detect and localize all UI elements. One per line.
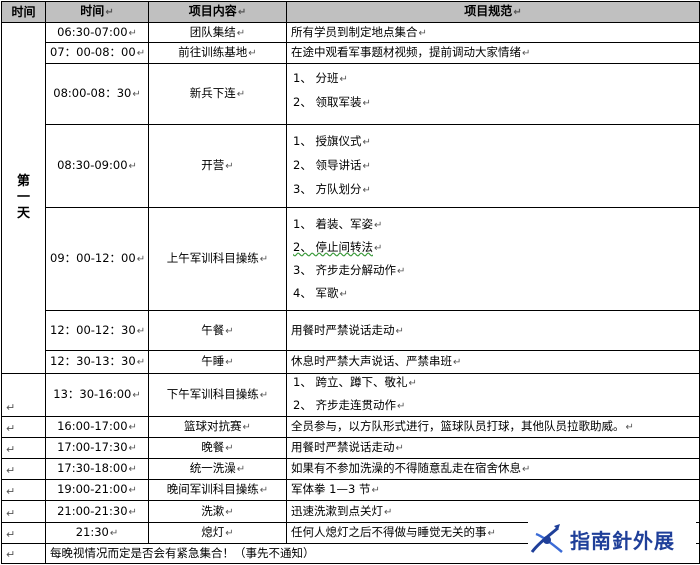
day-cell-mark: ↵ bbox=[1, 437, 46, 460]
brand-logo: 指南針外展 bbox=[528, 519, 696, 559]
item-cell: 晚间军训科目操练↵ bbox=[148, 479, 287, 502]
item-cell: 统一洗澡↵ bbox=[148, 458, 287, 481]
table-row: ↵ 16:00-17:00↵ 篮球对抗赛↵ 全员参与，以方队形式进行，篮球队员打… bbox=[1, 415, 700, 439]
time-cell: 16:00-17:00↵ bbox=[45, 415, 149, 439]
time-cell: 17:30-18:00↵ bbox=[45, 458, 149, 481]
spec-line: 4、 军歌↵ bbox=[293, 285, 348, 300]
table-row: 08:30-09:00↵ 开营↵ 1、 授旗仪式↵ 2、 领导讲话↵ 3、 方队… bbox=[2, 123, 700, 209]
table-row: ↵ 19:00-21:00↵ 晚间军训科目操练↵ 军体拳 1—3 节↵ bbox=[1, 479, 700, 502]
time-cell: 19:00-21:00↵ bbox=[45, 479, 149, 502]
day-cell-mark: ↵ bbox=[1, 542, 46, 565]
time-cell: 21:30↵ bbox=[45, 521, 149, 544]
spec-cell: 用餐时严禁说话走动↵ bbox=[286, 310, 700, 352]
spec-cell: 全员参与，以方队形式进行，篮球队员打球，其他队员拉歌助威。↵ bbox=[286, 415, 700, 439]
time-cell: 09：00-12：00↵ bbox=[45, 207, 149, 312]
item-cell: 前往训练基地↵ bbox=[148, 42, 287, 65]
day-cell-mark: ↵ bbox=[1, 415, 46, 439]
day-cell: 第 一 天 bbox=[1, 22, 46, 374]
header-day: 时间 bbox=[1, 1, 46, 23]
time-cell: 17:00-17:30↵ bbox=[45, 437, 149, 460]
item-cell: 篮球对抗赛↵ bbox=[148, 415, 287, 439]
table-row: 12：00-12：30↵ 午餐↵ 用餐时严禁说话走动↵ bbox=[2, 310, 700, 352]
schedule-table: 时间 时间↵ 项目内容↵ 项目规范↵ 第 一 天 06:30-07:00↵ 团队… bbox=[1, 1, 700, 565]
header-row: 时间 时间↵ 项目内容↵ 项目规范↵ bbox=[1, 1, 700, 23]
header-time: 时间↵ bbox=[45, 1, 149, 23]
table-row: 第 一 天 06:30-07:00↵ 团队集结↵ 所有学员到制定地点集合↵ bbox=[1, 21, 700, 374]
day-char: 一 bbox=[16, 189, 30, 205]
item-cell: 下午军训科目操练↵ bbox=[148, 372, 287, 417]
time-cell: 12：30-13：30↵ bbox=[45, 350, 149, 374]
day-cell-mark: ↵ bbox=[1, 479, 46, 502]
table-row: ↵ 13：30-16:00↵ 下午军训科目操练↵ 1、 跨立、蹲下、敬礼↵ 2、… bbox=[1, 372, 700, 417]
spec-cell: 在途中观看军事题材视频，提前调动大家情绪↵ bbox=[286, 42, 700, 65]
spec-cell: 如果有不参加洗澡的不得随意乱走在宿舍休息↵ bbox=[286, 458, 700, 481]
item-cell: 洗漱↵ bbox=[148, 500, 287, 523]
day-char: 天 bbox=[16, 205, 30, 221]
day-cell-mark: ↵ bbox=[1, 372, 46, 417]
day-cell-mark: ↵ bbox=[1, 458, 46, 481]
spec-line: 3、 齐步走分解动作↵ bbox=[293, 262, 406, 277]
spec-cell: 1、 分班↵ 2、 领取军装↵ bbox=[286, 63, 700, 125]
spec-cell: 军体拳 1—3 节↵ bbox=[286, 479, 700, 502]
header-spec: 项目规范↵ bbox=[286, 1, 700, 23]
table-row: ↵ 17:30-18:00↵ 统一洗澡↵ 如果有不参加洗澡的不得随意乱走在宿舍休… bbox=[1, 458, 700, 481]
header-item: 项目内容↵ bbox=[148, 1, 287, 23]
spec-cell: 所有学员到制定地点集合↵ bbox=[286, 21, 700, 44]
spec-cell: 1、 授旗仪式↵ 2、 领导讲话↵ 3、 方队划分↵ bbox=[286, 123, 700, 209]
spec-line: 1、 跨立、蹲下、敬礼↵ bbox=[293, 375, 417, 390]
day-cell-mark: ↵ bbox=[1, 500, 46, 523]
spec-cell: 休息时严禁大声说话、严禁串班↵ bbox=[286, 350, 700, 374]
table-row: 09：00-12：00↵ 上午军训科目操练↵ 1、 着装、军姿↵ 2、 停止间转… bbox=[2, 207, 700, 312]
table-row: 07：00-08：00↵ 前往训练基地↵ 在途中观看军事题材视频，提前调动大家情… bbox=[2, 42, 700, 65]
item-cell: 晚餐↵ bbox=[148, 437, 287, 460]
time-cell: 12：00-12：30↵ bbox=[45, 310, 149, 352]
spec-line: 1、 授旗仪式↵ bbox=[293, 134, 371, 149]
spec-line: 2、 停止间转法↵ bbox=[293, 239, 383, 254]
spec-cell: 1、 跨立、蹲下、敬礼↵ 2、 齐步走连贯动作↵ bbox=[286, 372, 700, 417]
time-cell: 08:30-09:00↵ bbox=[45, 123, 149, 209]
spec-cell: 1、 着装、军姿↵ 2、 停止间转法↵ 3、 齐步走分解动作↵ 4、 军歌↵ bbox=[286, 207, 700, 312]
item-cell: 上午军训科目操练↵ bbox=[148, 207, 287, 312]
item-cell: 新兵下连↵ bbox=[148, 63, 287, 125]
table-row: 08:00-08：30↵ 新兵下连↵ 1、 分班↵ 2、 领取军装↵ bbox=[2, 63, 700, 125]
time-cell: 06:30-07:00↵ bbox=[45, 21, 149, 44]
spec-line: 2、 领取军装↵ bbox=[293, 95, 371, 110]
day-char: 第 bbox=[16, 173, 30, 189]
spec-line: 3、 方队划分↵ bbox=[293, 182, 371, 197]
item-cell: 团队集结↵ bbox=[148, 21, 287, 44]
item-cell: 熄灯↵ bbox=[148, 521, 287, 544]
time-cell: 21:00-21:30↵ bbox=[45, 500, 149, 523]
spec-line: 2、 齐步走连贯动作↵ bbox=[293, 398, 406, 413]
table-row: ↵ 17:00-17:30↵ 晚餐↵ 用餐时严禁说话走动↵ bbox=[1, 437, 700, 460]
item-cell: 开营↵ bbox=[148, 123, 287, 209]
time-cell: 08:00-08：30↵ bbox=[45, 63, 149, 125]
time-cell: 07：00-08：00↵ bbox=[45, 42, 149, 65]
spec-line: 1、 着装、军姿↵ bbox=[293, 216, 383, 231]
item-cell: 午餐↵ bbox=[148, 310, 287, 352]
spec-line: 2、 领导讲话↵ bbox=[293, 158, 371, 173]
spec-cell: 用餐时严禁说话走动↵ bbox=[286, 437, 700, 460]
table-row: 12：30-13：30↵ 午睡↵ 休息时严禁大声说话、严禁串班↵ bbox=[2, 350, 700, 374]
item-cell: 午睡↵ bbox=[148, 350, 287, 374]
compass-logo-icon bbox=[530, 524, 563, 553]
spec-line: 1、 分班↵ bbox=[293, 71, 348, 86]
time-cell: 13：30-16:00↵ bbox=[45, 372, 149, 417]
day-cell-mark: ↵ bbox=[1, 521, 46, 544]
brand-name: 指南針外展 bbox=[570, 528, 675, 553]
